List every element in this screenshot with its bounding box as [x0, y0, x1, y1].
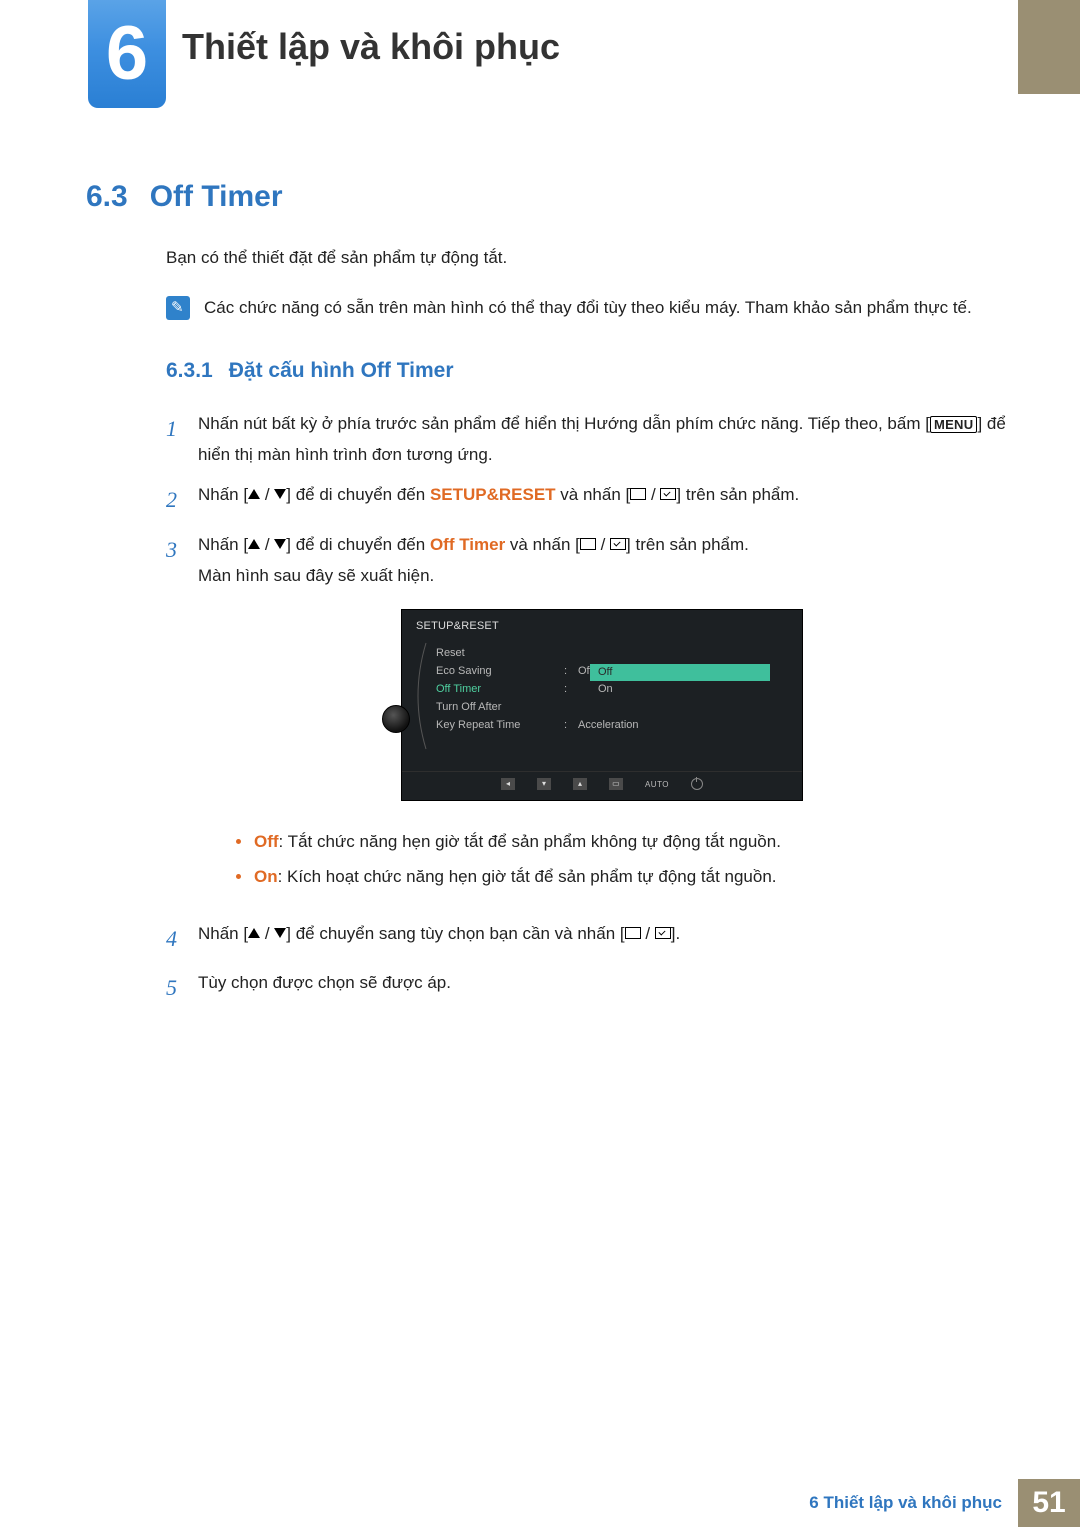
enter-icon — [610, 538, 626, 550]
highlight-setup-reset: SETUP&RESET — [430, 485, 556, 504]
osd-source-icon: ▭ — [609, 778, 623, 790]
subsection-title: Đặt cấu hình Off Timer — [229, 359, 454, 382]
osd-auto-label: AUTO — [645, 778, 669, 792]
step-body: Nhấn [ / ] để di chuyển đến SETUP&RESET … — [198, 480, 1006, 511]
content: 6.3 Off Timer Bạn có thể thiết đặt để sản… — [86, 180, 1006, 1018]
pencil-note-icon — [166, 296, 190, 320]
osd-curve-decoration — [408, 645, 428, 753]
step-body: Nhấn nút bất kỳ ở phía trước sản phẩm để… — [198, 409, 1006, 470]
menu-key-icon: MENU — [930, 416, 977, 433]
osd-down-icon: ▾ — [537, 778, 551, 790]
footer-chapter-text: 6 Thiết lập và khôi phục — [809, 1493, 1002, 1513]
bullet-on: On: Kích hoạt chức năng hẹn giờ tắt để s… — [232, 862, 1006, 893]
osd-row-key-repeat-time: Key Repeat Time:Acceleration — [430, 717, 792, 735]
chapter-number-badge: 6 — [88, 0, 166, 108]
osd-up-icon: ▴ — [573, 778, 587, 790]
section-number: 6.3 — [86, 180, 128, 213]
step-4: 4 Nhấn [ / ] để chuyển sang tùy chọn bạn… — [166, 919, 1006, 959]
step-number: 3 — [166, 530, 198, 570]
enter-icon — [660, 488, 676, 500]
arrow-up-icon — [248, 928, 260, 938]
arrow-down-icon — [274, 928, 286, 938]
step-number: 4 — [166, 919, 198, 959]
arrow-down-icon — [274, 489, 286, 499]
osd-screenshot: SETUP&RESET Reset — [198, 609, 1006, 801]
step-1: 1 Nhấn nút bất kỳ ở phía trước sản phẩm … — [166, 409, 1006, 470]
osd-panel: SETUP&RESET Reset — [401, 609, 803, 801]
step-number: 5 — [166, 968, 198, 1008]
arrow-down-icon — [274, 539, 286, 549]
arrow-up-icon — [248, 539, 260, 549]
osd-back-icon: ◂ — [501, 778, 515, 790]
bullet-off: Off: Tắt chức năng hẹn giờ tắt để sản ph… — [232, 827, 1006, 858]
subsection-number: 6.3.1 — [166, 359, 213, 382]
step-3-subtext: Màn hình sau đây sẽ xuất hiện. — [198, 561, 1006, 592]
step-body: Tùy chọn được chọn sẽ được áp. — [198, 968, 1006, 999]
dial-icon — [382, 705, 410, 733]
enter-icon — [655, 927, 671, 939]
step-3: 3 Nhấn [ / ] để di chuyển đến Off Timer … — [166, 530, 1006, 909]
section-heading: 6.3 Off Timer — [86, 180, 1006, 214]
step-number: 2 — [166, 480, 198, 520]
subsection-heading: 6.3.1 Đặt cấu hình Off Timer — [166, 359, 1006, 383]
arrow-up-icon — [248, 489, 260, 499]
option-bullets: Off: Tắt chức năng hẹn giờ tắt để sản ph… — [232, 827, 1006, 892]
steps-list: 1 Nhấn nút bất kỳ ở phía trước sản phẩm … — [166, 409, 1006, 1008]
osd-footer-icons: ◂ ▾ ▴ ▭ AUTO — [402, 771, 802, 800]
chapter-title: Thiết lập và khôi phục — [182, 26, 560, 68]
osd-dropdown: Off On — [590, 664, 770, 698]
osd-header: SETUP&RESET — [402, 610, 802, 641]
section-title: Off Timer — [150, 180, 283, 213]
osd-power-icon — [691, 778, 703, 790]
note: Các chức năng có sẵn trên màn hình có th… — [166, 294, 1006, 321]
osd-option-on: On — [590, 681, 770, 698]
step-body: Nhấn [ / ] để di chuyển đến Off Timer và… — [198, 530, 1006, 909]
source-icon — [625, 927, 641, 939]
side-accent-bar — [1018, 0, 1080, 94]
source-icon — [580, 538, 596, 550]
footer-page-number: 51 — [1018, 1479, 1080, 1527]
osd-option-off: Off — [590, 664, 770, 681]
osd-menu-list: Reset Eco Saving:Off Off Timer: — [430, 645, 792, 753]
source-icon — [630, 488, 646, 500]
step-2: 2 Nhấn [ / ] để di chuyển đến SETUP&RESE… — [166, 480, 1006, 520]
step-body: Nhấn [ / ] để chuyển sang tùy chọn bạn c… — [198, 919, 1006, 950]
osd-row-turn-off-after: Turn Off After — [430, 699, 792, 717]
page-footer: 6 Thiết lập và khôi phục 51 — [809, 1479, 1080, 1527]
step-number: 1 — [166, 409, 198, 449]
step-5: 5 Tùy chọn được chọn sẽ được áp. — [166, 968, 1006, 1008]
page: 6 Thiết lập và khôi phục 6.3 Off Timer Bạ… — [0, 0, 1080, 1527]
osd-row-reset: Reset — [430, 645, 792, 663]
section-intro: Bạn có thể thiết đặt để sản phẩm tự động… — [166, 248, 1006, 268]
highlight-off-timer: Off Timer — [430, 535, 505, 554]
note-text: Các chức năng có sẵn trên màn hình có th… — [204, 294, 972, 321]
